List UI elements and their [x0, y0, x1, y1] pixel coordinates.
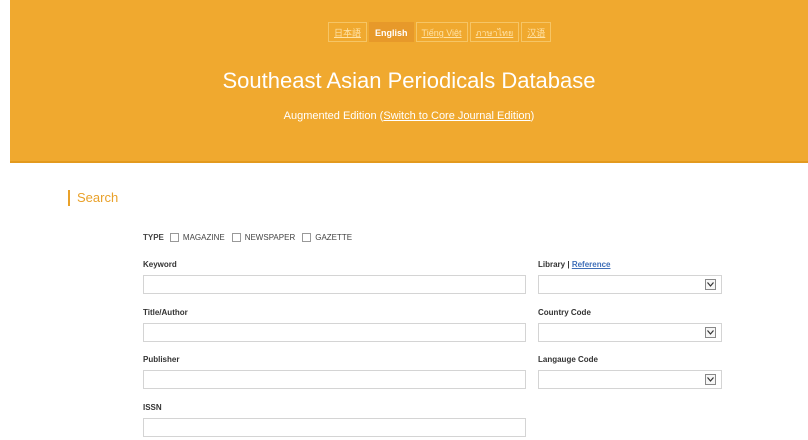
- issn-input[interactable]: [143, 418, 526, 437]
- chevron-down-icon[interactable]: [705, 374, 716, 385]
- reference-link[interactable]: Reference: [572, 260, 611, 269]
- keyword-input[interactable]: [143, 275, 526, 294]
- type-filter: TYPE MAGAZINE NEWSPAPER GAZETTE: [143, 233, 359, 242]
- lang-chinese[interactable]: 汉语: [521, 22, 552, 42]
- lang-vietnamese[interactable]: Tiếng Việt: [415, 22, 468, 42]
- newspaper-label: NEWSPAPER: [244, 233, 296, 242]
- issn-label: ISSN: [143, 403, 162, 412]
- site-header: 日本語 English Tiếng Việt ภาษาไทย 汉语 Southe…: [10, 0, 808, 163]
- site-title: Southeast Asian Periodicals Database: [222, 68, 596, 93]
- lang-thai[interactable]: ภาษาไทย: [469, 22, 520, 42]
- language-code-label: Langauge Code: [538, 355, 599, 364]
- country-code-label: Country Code: [538, 308, 591, 317]
- chevron-down-icon[interactable]: [705, 327, 716, 338]
- type-newspaper[interactable]: NEWSPAPER: [231, 233, 296, 242]
- switch-edition-link[interactable]: Switch to Core Journal Edition: [383, 110, 530, 122]
- library-label: Library | Reference: [538, 260, 611, 269]
- type-label: TYPE: [143, 233, 164, 242]
- magazine-label: MAGAZINE: [182, 233, 225, 242]
- publisher-input[interactable]: [143, 370, 526, 389]
- newspaper-checkbox[interactable]: [231, 233, 241, 242]
- site-subtitle: Augmented Edition (Switch to Core Journa…: [10, 108, 808, 124]
- library-select[interactable]: [538, 275, 722, 294]
- language-code-select[interactable]: [538, 370, 722, 389]
- magazine-checkbox[interactable]: [169, 233, 179, 242]
- language-switcher: 日本語 English Tiếng Việt ภาษาไทย 汉语: [328, 22, 553, 42]
- lang-japanese[interactable]: 日本語: [328, 22, 368, 42]
- type-magazine[interactable]: MAGAZINE: [169, 233, 225, 242]
- keyword-label: Keyword: [143, 260, 177, 269]
- subtitle-prefix: Augmented Edition (: [283, 110, 384, 122]
- title-author-input[interactable]: [143, 323, 526, 342]
- gazette-label: GAZETTE: [315, 233, 353, 242]
- library-label-text: Library: [538, 260, 566, 269]
- publisher-label: Publisher: [143, 355, 180, 364]
- type-gazette[interactable]: GAZETTE: [302, 233, 352, 242]
- library-separator: |: [565, 260, 572, 269]
- search-heading: Search: [68, 190, 118, 206]
- title-author-label: Title/Author: [143, 308, 188, 317]
- subtitle-suffix: ): [530, 110, 535, 122]
- country-code-select[interactable]: [538, 323, 722, 342]
- gazette-checkbox[interactable]: [302, 233, 312, 242]
- lang-english[interactable]: English: [369, 22, 414, 42]
- chevron-down-icon[interactable]: [705, 279, 716, 290]
